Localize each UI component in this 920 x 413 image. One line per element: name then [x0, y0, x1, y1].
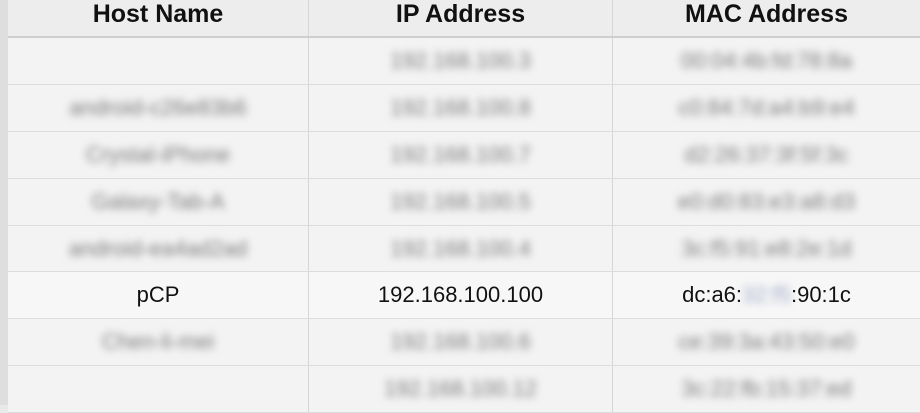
- table-row[interactable]: 192.168.100.12 3c:22:fb:15:37:ed: [8, 366, 920, 413]
- mac-prefix: dc:a6:: [682, 282, 743, 308]
- mac-address-cell: 3c:f5:91:e8:2e:1d: [681, 235, 852, 261]
- column-header-mac-address[interactable]: MAC Address: [613, 0, 920, 36]
- ip-address-cell: 192.168.100.3: [309, 38, 613, 84]
- table-body: 192.168.100.3 00:04:4b:fd:78:8a android-…: [8, 38, 920, 413]
- ip-address-cell: 192.168.100.100: [309, 272, 613, 319]
- host-name-cell: pCP: [8, 272, 309, 319]
- ip-address-cell: 192.168.100.8: [309, 84, 613, 131]
- mac-address-cell: 00:04:4b:fd:78:8a: [680, 47, 853, 73]
- table-row[interactable]: Crystal-iPhone 192.168.100.7 d2:26:37:3f…: [8, 131, 920, 179]
- ip-address-cell: 192.168.100.12: [309, 366, 613, 413]
- host-name-cell: Galaxy-Tab-A: [8, 178, 309, 225]
- mac-address-cell: e0:d0:83:e3:a8:d3: [677, 188, 856, 214]
- host-name-cell: Chen-li-mei: [8, 319, 309, 366]
- table-row[interactable]: Galaxy-Tab-A 192.168.100.5 e0:d0:83:e3:a…: [8, 178, 920, 226]
- table-row[interactable]: pCP 192.168.100.100 dc:a6: 32:f5:90:1c: [8, 272, 920, 320]
- mac-address-cell: c0:84:7d:a4:b9:e4: [678, 94, 855, 120]
- table-row[interactable]: android-c26e83b6 192.168.100.8 c0:84:7d:…: [8, 84, 920, 132]
- ip-address-cell: 192.168.100.7: [309, 131, 613, 178]
- host-name-cell: [8, 38, 309, 84]
- mac-redacted-segment: 32:f5: [742, 282, 791, 308]
- table-row[interactable]: 192.168.100.3 00:04:4b:fd:78:8a: [8, 38, 920, 85]
- window-left-edge: [0, 0, 8, 405]
- dhcp-clients-table: Host Name IP Address MAC Address 192.168…: [8, 0, 920, 413]
- host-name-cell: android-ea4ad2ad: [8, 225, 309, 272]
- table-row[interactable]: android-ea4ad2ad 192.168.100.4 3c:f5:91:…: [8, 225, 920, 273]
- mac-address-cell: d2:26:37:3f:5f:3c: [684, 141, 849, 167]
- table-row[interactable]: Chen-li-mei 192.168.100.6 ce:39:3a:43:50…: [8, 319, 920, 367]
- table-header: Host Name IP Address MAC Address: [8, 0, 920, 38]
- ip-address-cell: 192.168.100.6: [309, 319, 613, 366]
- host-name-cell: Crystal-iPhone: [8, 131, 309, 178]
- mac-address-cell: dc:a6: 32:f5:90:1c: [613, 272, 920, 318]
- column-header-ip-address[interactable]: IP Address: [309, 0, 613, 36]
- ip-address-cell: 192.168.100.5: [309, 178, 613, 225]
- mac-address-cell: ce:39:3a:43:50:e0: [678, 329, 855, 355]
- host-name-cell: [8, 366, 309, 413]
- column-header-host-name[interactable]: Host Name: [8, 0, 309, 36]
- host-name-cell: android-c26e83b6: [8, 84, 309, 131]
- ip-address-cell: 192.168.100.4: [309, 225, 613, 272]
- mac-address-cell: 3c:22:fb:15:37:ed: [681, 376, 852, 402]
- mac-suffix: :90:1c: [790, 282, 851, 308]
